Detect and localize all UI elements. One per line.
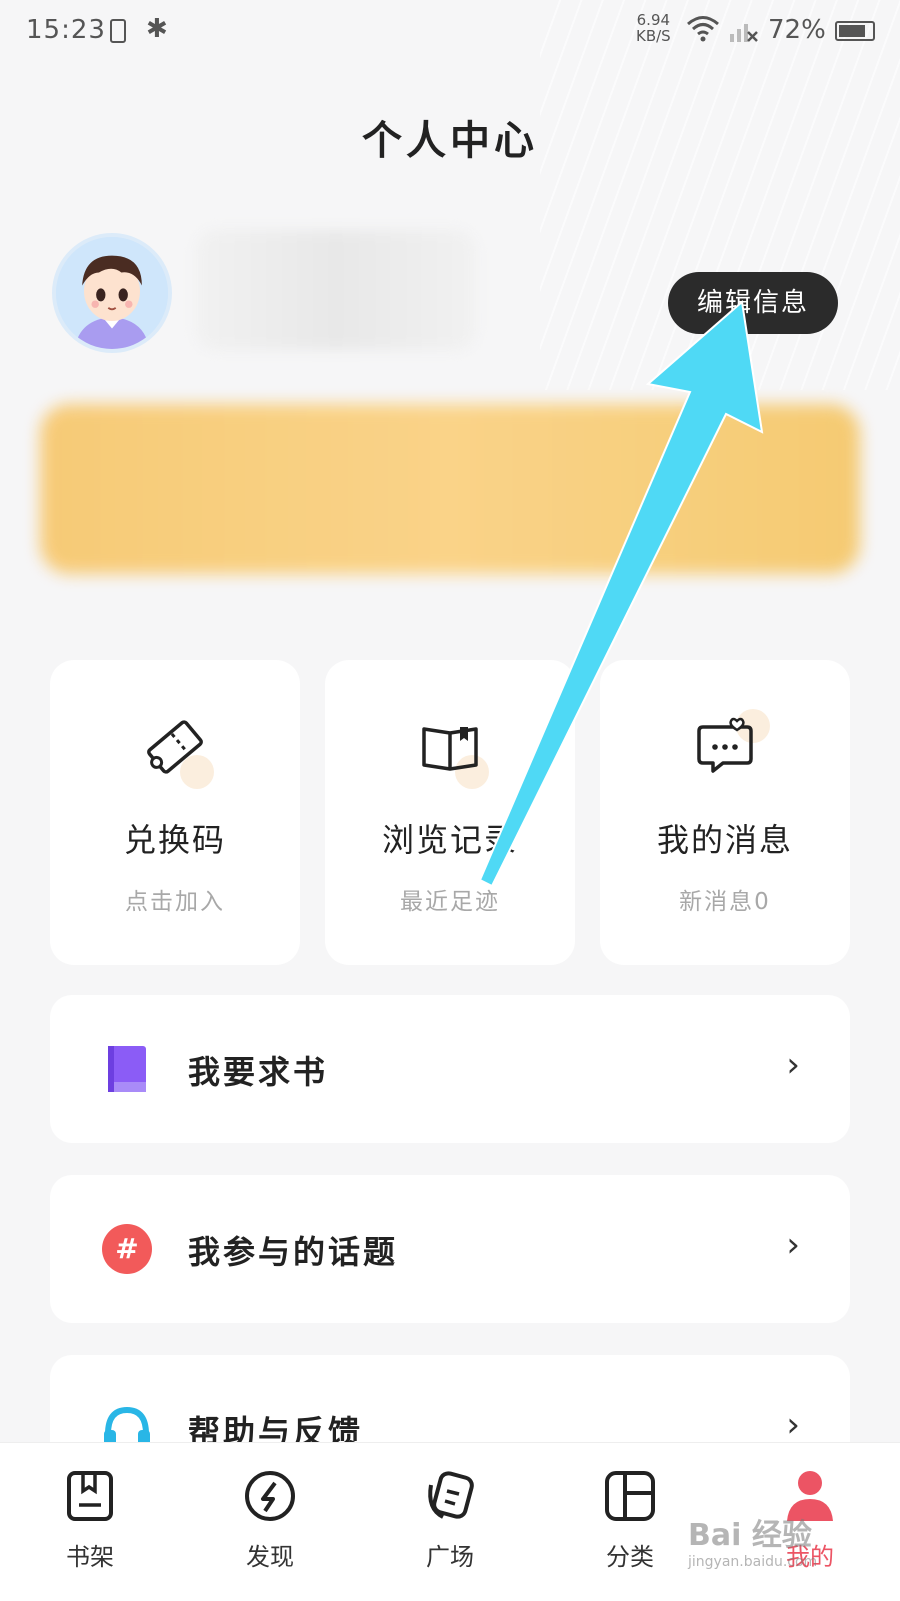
vibrate-icon bbox=[110, 19, 126, 43]
battery-icon bbox=[835, 21, 875, 41]
menu-row-request-book[interactable]: 我要求书 › bbox=[50, 995, 850, 1143]
chat-heart-icon bbox=[690, 709, 770, 785]
menu-row-my-topics[interactable]: # 我参与的话题 › bbox=[50, 1175, 850, 1323]
menu-row-label: 我参与的话题 bbox=[188, 1233, 399, 1271]
card-redeem-code[interactable]: 兑换码 点击加入 bbox=[50, 660, 300, 965]
hashtag-icon: # bbox=[102, 1224, 152, 1274]
status-time: 15:23 bbox=[26, 15, 106, 45]
nav-square[interactable]: 广场 bbox=[390, 1469, 510, 1572]
open-book-icon bbox=[415, 715, 489, 789]
watermark-sub: jingyan.baidu.com bbox=[688, 1554, 818, 1570]
square-icon bbox=[423, 1469, 477, 1523]
card-my-messages[interactable]: 我的消息 新消息0 bbox=[600, 660, 850, 965]
battery-percent: 72% bbox=[768, 15, 826, 45]
status-bar: 15:23 ✱ 6.94 KB/S 72% bbox=[0, 0, 900, 62]
nickname-blurred bbox=[196, 230, 476, 350]
card-subtitle: 新消息0 bbox=[679, 889, 771, 915]
network-speed: 6.94 KB/S bbox=[636, 12, 671, 44]
svg-text:#: # bbox=[115, 1232, 138, 1265]
chevron-right-icon: › bbox=[786, 1405, 800, 1445]
edit-info-button[interactable]: 编辑信息 bbox=[668, 272, 838, 334]
network-speed-unit: KB/S bbox=[636, 27, 671, 45]
nav-label: 书架 bbox=[66, 1543, 114, 1571]
nav-label: 发现 bbox=[246, 1543, 294, 1571]
avatar[interactable] bbox=[52, 233, 172, 353]
signal-icon bbox=[730, 18, 758, 49]
nav-category[interactable]: 分类 bbox=[570, 1469, 690, 1572]
watermark-text: Bai 经验 bbox=[688, 1518, 812, 1553]
watermark: Bai 经验 jingyan.baidu.com bbox=[688, 1510, 817, 1570]
card-subtitle: 最近足迹 bbox=[400, 889, 500, 915]
category-icon bbox=[603, 1469, 657, 1523]
vip-banner-blurred[interactable] bbox=[40, 404, 860, 574]
ticket-icon bbox=[140, 715, 214, 789]
card-title: 兑换码 bbox=[123, 821, 226, 859]
nav-bookshelf[interactable]: 书架 bbox=[30, 1469, 150, 1572]
compass-icon bbox=[243, 1469, 297, 1523]
page-title: 个人中心 bbox=[362, 117, 538, 164]
nav-discover[interactable]: 发现 bbox=[210, 1469, 330, 1572]
chevron-right-icon: › bbox=[786, 1045, 800, 1085]
nav-label: 分类 bbox=[606, 1543, 654, 1571]
wifi-icon bbox=[686, 14, 720, 49]
menu-row-label: 我要求书 bbox=[188, 1053, 329, 1091]
chevron-right-icon: › bbox=[786, 1225, 800, 1265]
book-icon bbox=[102, 1044, 152, 1094]
bookshelf-icon bbox=[63, 1469, 117, 1523]
avatar-image bbox=[56, 237, 168, 349]
nav-label: 广场 bbox=[426, 1543, 474, 1571]
card-title: 浏览记录 bbox=[381, 821, 518, 859]
card-title: 我的消息 bbox=[656, 821, 793, 859]
card-browse-history[interactable]: 浏览记录 最近足迹 bbox=[325, 660, 575, 965]
card-subtitle: 点击加入 bbox=[125, 889, 225, 915]
bluetooth-icon: ✱ bbox=[146, 14, 168, 44]
